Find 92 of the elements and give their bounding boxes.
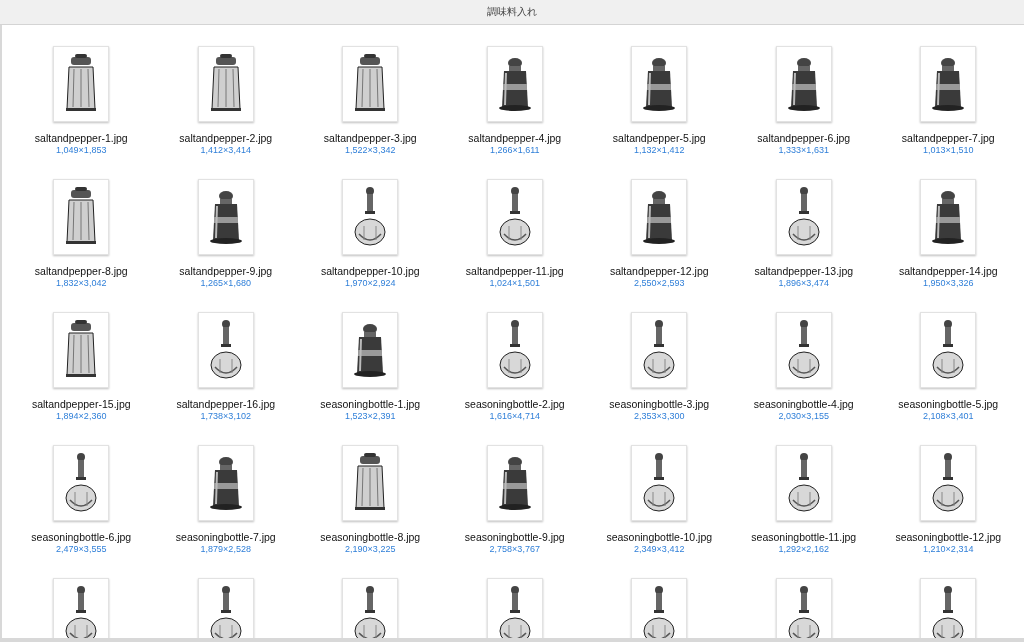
thumbnail[interactable] [53, 46, 110, 122]
file-name: saltandpepper-6.jpg [757, 132, 851, 144]
thumbnail[interactable] [197, 578, 254, 638]
file-name: seasoningbottle-1.jpg [320, 398, 421, 410]
file-name: saltandpepper-15.jpg [31, 398, 131, 410]
thumbnail[interactable] [342, 179, 399, 255]
thumbnail[interactable] [631, 445, 688, 521]
image-dimensions: 2,349×3,412 [634, 544, 685, 554]
thumbnail[interactable] [631, 578, 688, 638]
file-name: seasoningbottle-9.jpg [464, 531, 565, 543]
image-dimensions: 1,894×2,360 [56, 411, 107, 421]
file-name: seasoningbottle-3.jpg [609, 398, 710, 410]
image-dimensions: 2,190×3,225 [345, 544, 396, 554]
file-name: seasoningbottle-2.jpg [464, 398, 565, 410]
file-name: saltandpepper-14.jpg [898, 265, 998, 277]
image-dimensions: 1,523×2,391 [345, 411, 396, 421]
image-dimensions: 2,108×3,401 [923, 411, 974, 421]
thumbnail[interactable] [631, 312, 688, 388]
file-name: saltandpepper-4.jpg [468, 132, 562, 144]
file-name: seasoningbottle-10.jpg [606, 531, 713, 543]
image-dimensions: 1,950×3,326 [923, 278, 974, 288]
file-name: seasoningbottle-7.jpg [175, 531, 276, 543]
file-name: seasoningbottle-4.jpg [753, 398, 854, 410]
image-dimensions: 1,832×3,042 [56, 278, 107, 288]
file-name: seasoningbottle-12.jpg [895, 531, 1002, 543]
image-dimensions: 1,333×1,631 [778, 145, 829, 155]
file-name: seasoningbottle-8.jpg [320, 531, 421, 543]
image-dimensions: 1,132×1,412 [634, 145, 685, 155]
thumbnail[interactable] [775, 46, 832, 122]
thumbnail[interactable] [775, 312, 832, 388]
thumbnail[interactable] [53, 445, 110, 521]
thumbnail[interactable] [631, 46, 688, 122]
file-name: saltandpepper-16.jpg [176, 398, 276, 410]
image-dimensions: 1,412×3,414 [200, 145, 251, 155]
file-name: saltandpepper-5.jpg [612, 132, 706, 144]
image-dimensions: 1,049×1,853 [56, 145, 107, 155]
file-name: saltandpepper-2.jpg [179, 132, 273, 144]
thumbnail[interactable] [920, 578, 977, 638]
thumbnail[interactable] [342, 312, 399, 388]
thumbnail[interactable] [920, 445, 977, 521]
thumbnail[interactable] [197, 312, 254, 388]
image-dimensions: 2,479×3,555 [56, 544, 107, 554]
image-dimensions: 1,616×4,714 [489, 411, 540, 421]
thumbnail[interactable] [631, 179, 688, 255]
file-name: saltandpepper-11.jpg [465, 265, 564, 277]
thumbnail[interactable] [775, 445, 832, 521]
image-dimensions: 1,265×1,680 [200, 278, 251, 288]
thumbnail[interactable] [486, 46, 543, 122]
file-name: saltandpepper-12.jpg [609, 265, 709, 277]
thumbnail[interactable] [920, 179, 977, 255]
window-title: 調味料入れ [487, 5, 537, 19]
thumbnail[interactable] [486, 312, 543, 388]
thumbnail[interactable] [342, 46, 399, 122]
thumbnail[interactable] [53, 578, 110, 638]
image-dimensions: 1,896×3,474 [778, 278, 829, 288]
image-dimensions: 1,738×3,102 [200, 411, 251, 421]
image-dimensions: 1,879×2,528 [200, 544, 251, 554]
thumbnail[interactable] [920, 312, 977, 388]
thumbnail[interactable] [486, 445, 543, 521]
file-name: saltandpepper-13.jpg [754, 265, 854, 277]
thumbnail[interactable] [486, 179, 543, 255]
file-name: saltandpepper-3.jpg [323, 132, 417, 144]
thumbnail[interactable] [342, 445, 399, 521]
file-name: saltandpepper-1.jpg [34, 132, 128, 144]
thumbnail[interactable] [197, 179, 254, 255]
file-name: seasoningbottle-5.jpg [898, 398, 999, 410]
image-dimensions: 2,550×2,593 [634, 278, 685, 288]
thumbnail[interactable] [775, 179, 832, 255]
image-dimensions: 1,024×1,501 [489, 278, 540, 288]
thumbnail[interactable] [197, 445, 254, 521]
file-name: seasoningbottle-11.jpg [751, 531, 857, 543]
thumbnail[interactable] [342, 578, 399, 638]
image-dimensions: 2,758×3,767 [489, 544, 540, 554]
file-name: saltandpepper-8.jpg [34, 265, 128, 277]
file-name: seasoningbottle-6.jpg [31, 531, 132, 543]
thumbnail[interactable] [53, 312, 110, 388]
file-name: saltandpepper-7.jpg [901, 132, 995, 144]
thumbnail[interactable] [197, 46, 254, 122]
image-dimensions: 2,353×3,300 [634, 411, 685, 421]
image-dimensions: 1,292×2,162 [778, 544, 829, 554]
file-name: saltandpepper-9.jpg [179, 265, 273, 277]
image-dimensions: 1,210×2,314 [923, 544, 974, 554]
image-dimensions: 1,266×1,611 [489, 145, 540, 155]
image-dimensions: 1,013×1,510 [923, 145, 974, 155]
thumbnail[interactable] [775, 578, 832, 638]
image-dimensions: 1,522×3,342 [345, 145, 396, 155]
image-dimensions: 1,970×2,924 [345, 278, 396, 288]
thumbnail[interactable] [53, 179, 110, 255]
thumbnail[interactable] [486, 578, 543, 638]
thumbnail[interactable] [920, 46, 977, 122]
file-name: saltandpepper-10.jpg [320, 265, 420, 277]
image-dimensions: 2,030×3,155 [778, 411, 829, 421]
